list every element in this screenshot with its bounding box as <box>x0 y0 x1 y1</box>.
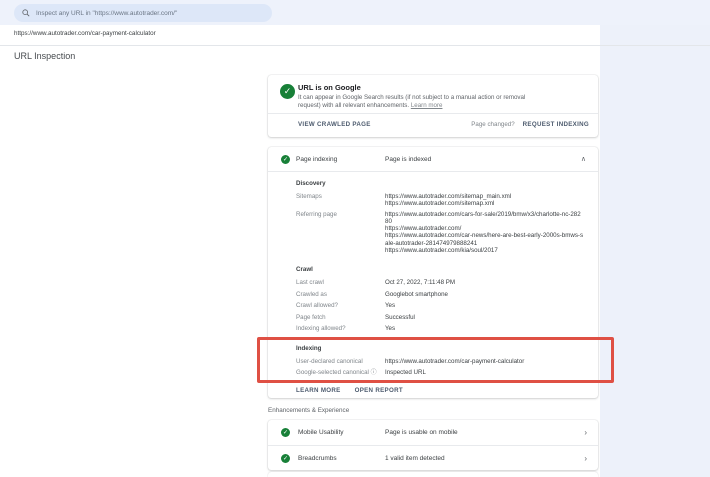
verdict-card: ✓ URL is on Google It can appear in Goog… <box>268 75 598 137</box>
enhancements-section-header: Enhancements & Experience <box>268 407 349 414</box>
info-icon[interactable]: ⓘ <box>371 370 377 376</box>
verdict-description: It can appear in Google Search results (… <box>298 94 543 109</box>
referring-page-row: Referring page https://www.autotrader.co… <box>296 211 584 255</box>
success-check-icon: ✓ <box>281 155 290 164</box>
page-changed-label: Page changed? <box>471 121 514 128</box>
check-glyph: ✓ <box>283 429 288 436</box>
row-value: https://www.autotrader.com/car-payment-c… <box>385 358 584 369</box>
search-icon <box>22 9 30 17</box>
inspected-url-breadcrumb: https://www.autotrader.com/car-payment-c… <box>14 30 156 37</box>
url-inspect-search[interactable] <box>14 4 272 22</box>
sitemap-url: https://www.autotrader.com/sitemap_main.… <box>385 193 584 200</box>
sitemap-url: https://www.autotrader.com/sitemap.xml <box>385 200 584 207</box>
success-check-icon: ✓ <box>280 84 295 99</box>
view-crawled-page-button[interactable]: VIEW CRAWLED PAGE <box>298 121 371 128</box>
crawl-section-header: Crawl <box>296 266 584 274</box>
row-value: https://www.autotrader.com/cars-for-sale… <box>385 211 584 255</box>
row-value: Oct 27, 2022, 7:11:48 PM <box>385 279 584 291</box>
chevron-right-icon: › <box>584 454 587 463</box>
indexing-section-header: Indexing <box>296 345 584 353</box>
check-glyph: ✓ <box>284 86 292 97</box>
row-label: Indexing allowed? <box>296 325 385 337</box>
page-indexing-body: Discovery Sitemaps https://www.autotrade… <box>296 172 584 380</box>
row-label: User-declared canonical <box>296 358 385 369</box>
referring-url: https://www.autotrader.com/ <box>385 225 584 232</box>
search-input[interactable] <box>36 10 256 17</box>
page-fetch-row: Page fetch Successful <box>296 314 584 326</box>
row-label: Last crawl <box>296 279 385 291</box>
row-value: Googlebot smartphone <box>385 291 584 303</box>
referring-url: https://www.autotrader.com/kia/soul/2017 <box>385 247 584 254</box>
breadcrumbs-status: 1 valid item detected <box>385 455 445 462</box>
page-indexing-label: Page indexing <box>296 156 337 163</box>
next-card-partial <box>268 472 598 477</box>
section-gap <box>296 254 584 266</box>
top-search-bar <box>0 0 710 25</box>
header-divider <box>0 45 710 46</box>
success-check-icon: ✓ <box>281 428 290 437</box>
row-value: https://www.autotrader.com/sitemap_main.… <box>385 193 584 208</box>
page-indexing-card: ✓ Page indexing Page is indexed ∧ Discov… <box>268 147 598 398</box>
section-gap <box>296 337 584 345</box>
chevron-up-icon[interactable]: ∧ <box>581 155 586 163</box>
user-declared-canonical-row: User-declared canonical https://www.auto… <box>296 358 584 369</box>
open-report-button[interactable]: OPEN REPORT <box>355 387 403 394</box>
chevron-right-icon: › <box>584 428 587 437</box>
verdict-footer-actions: Page changed? REQUEST INDEXING <box>471 121 589 128</box>
mobile-usability-label: Mobile Usability <box>298 429 344 436</box>
mobile-usability-status: Page is usable on mobile <box>385 429 458 436</box>
breadcrumbs-row[interactable]: ✓ Breadcrumbs 1 valid item detected › <box>268 445 598 470</box>
check-glyph: ✓ <box>283 156 288 163</box>
discovery-section-header: Discovery <box>296 180 584 188</box>
row-value: Inspected URL <box>385 369 584 380</box>
check-glyph: ✓ <box>283 455 288 462</box>
row-label: Sitemaps <box>296 193 385 208</box>
google-selected-canonical-row: Google-selected canonical ⓘ Inspected UR… <box>296 369 584 380</box>
referring-url: https://www.autotrader.com/cars-for-sale… <box>385 211 584 226</box>
crawled-as-row: Crawled as Googlebot smartphone <box>296 291 584 303</box>
url-inspection-screen: https://www.autotrader.com/car-payment-c… <box>0 0 710 477</box>
row-value: Yes <box>385 325 584 337</box>
success-check-icon: ✓ <box>281 454 290 463</box>
page-title: URL Inspection <box>14 51 75 61</box>
card-divider <box>268 113 598 114</box>
indexing-allowed-row: Indexing allowed? Yes <box>296 325 584 337</box>
sitemaps-row: Sitemaps https://www.autotrader.com/site… <box>296 193 584 208</box>
breadcrumbs-label: Breadcrumbs <box>298 455 337 462</box>
page-indexing-status: Page is indexed <box>385 156 431 163</box>
row-label: Page fetch <box>296 314 385 326</box>
last-crawl-row: Last crawl Oct 27, 2022, 7:11:48 PM <box>296 279 584 291</box>
crawl-allowed-row: Crawl allowed? Yes <box>296 302 584 314</box>
learn-more-link[interactable]: Learn more <box>411 102 443 109</box>
learn-more-button[interactable]: LEARN MORE <box>296 387 341 394</box>
mobile-usability-row[interactable]: ✓ Mobile Usability Page is usable on mob… <box>268 420 598 445</box>
referring-url: https://www.autotrader.com/car-news/here… <box>385 232 584 247</box>
card-divider <box>268 380 598 381</box>
row-label: Crawl allowed? <box>296 302 385 314</box>
page-indexing-footer: LEARN MORE OPEN REPORT <box>296 387 403 394</box>
verdict-title: URL is on Google <box>298 83 361 92</box>
row-label-text: Google-selected canonical <box>296 369 369 376</box>
row-value: Successful <box>385 314 584 326</box>
row-label: Crawled as <box>296 291 385 303</box>
row-value: Yes <box>385 302 584 314</box>
right-background-strip <box>600 0 710 477</box>
row-label: Google-selected canonical ⓘ <box>296 369 385 380</box>
row-label: Referring page <box>296 211 385 255</box>
enhancements-card: ✓ Mobile Usability Page is usable on mob… <box>268 420 598 470</box>
request-indexing-button[interactable]: REQUEST INDEXING <box>523 121 589 128</box>
page-indexing-header[interactable]: ✓ Page indexing Page is indexed ∧ <box>268 147 598 172</box>
